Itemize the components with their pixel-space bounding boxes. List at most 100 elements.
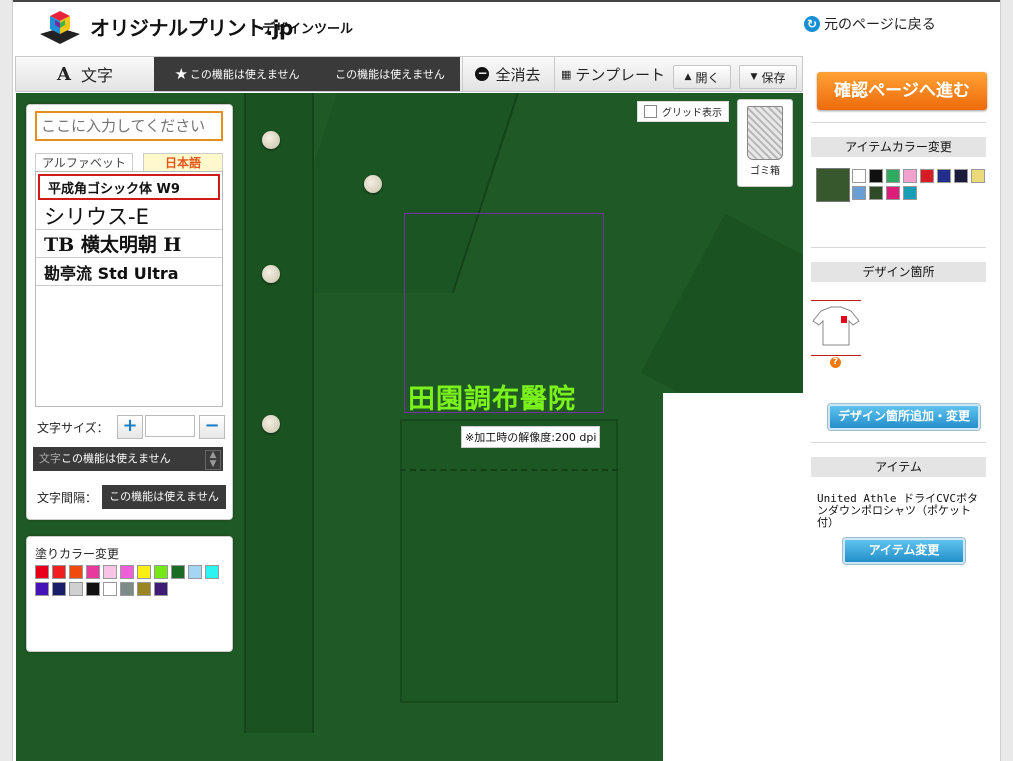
font-list: 平成角ゴシック体 W9 シリウス-E TB 横太明朝 H 勘亭流 Std Ult… xyxy=(35,171,223,407)
item-color-swatch[interactable] xyxy=(852,186,866,200)
fill-color-swatch[interactable] xyxy=(86,565,100,579)
open-button[interactable]: ▲ 開く xyxy=(673,65,731,89)
item-color-swatch[interactable] xyxy=(954,169,968,183)
fill-color-panel: 塗りカラー変更 xyxy=(26,536,233,652)
fill-color-swatch[interactable] xyxy=(69,582,83,596)
disabled-tool-1-label: この機能は使えません xyxy=(189,68,300,81)
clear-all-label: 全消去 xyxy=(495,65,541,84)
fill-color-swatch[interactable] xyxy=(103,582,117,596)
item-color-swatch[interactable] xyxy=(903,186,917,200)
back-to-page-link[interactable]: ↻ 元のページに戻る xyxy=(804,14,936,34)
grid-checkbox[interactable] xyxy=(644,105,657,118)
grid-label: グリッド表示 xyxy=(662,108,722,119)
trash-label: ゴミ箱 xyxy=(750,166,780,177)
text-a-icon: A xyxy=(57,63,71,85)
disabled-tool-2-label: この機能は使えません xyxy=(335,68,445,81)
grid-toggle[interactable]: グリッド表示 xyxy=(637,101,729,122)
tab-japanese[interactable]: 日本語 xyxy=(143,153,223,171)
design-location-title: デザイン箇所 xyxy=(811,262,986,282)
save-button[interactable]: ▼ 保存 xyxy=(739,65,797,89)
open-wrapper: ▲ 開く xyxy=(672,57,732,91)
save-label: 保存 xyxy=(761,70,786,85)
spinner-icon: ▲ ▼ xyxy=(205,450,221,470)
fill-color-swatches xyxy=(35,565,225,596)
left-frame xyxy=(0,0,13,761)
return-arrow-icon: ↻ xyxy=(804,16,820,32)
fill-color-swatch[interactable] xyxy=(103,565,117,579)
font-size-plus-button[interactable]: + xyxy=(117,415,143,439)
shirt-button xyxy=(262,415,280,433)
selected-item-color xyxy=(816,168,850,202)
item-color-swatch[interactable] xyxy=(869,186,883,200)
fill-color-swatch[interactable] xyxy=(154,565,168,579)
font-size-minus-button[interactable]: − xyxy=(199,415,225,439)
fill-color-swatch[interactable] xyxy=(120,582,134,596)
minus-circle-icon: − xyxy=(475,66,490,81)
fill-color-swatch[interactable] xyxy=(120,565,134,579)
item-name: United Athle ドライCVCボタンダウンポロシャツ（ポケット付） xyxy=(817,492,978,529)
trash-bin[interactable]: ゴミ箱 xyxy=(737,99,793,187)
open-label: 開く xyxy=(695,70,720,85)
fill-color-swatch[interactable] xyxy=(205,565,219,579)
item-color-swatch[interactable] xyxy=(852,169,866,183)
fill-color-swatch[interactable] xyxy=(35,582,49,596)
item-title: アイテム xyxy=(811,457,986,477)
shirt-placket xyxy=(244,93,314,733)
proceed-to-confirm-button[interactable]: 確認ページへ進む xyxy=(817,72,987,110)
shirt-button xyxy=(262,131,280,149)
design-location-button[interactable]: デザイン箇所追加・変更 xyxy=(828,404,980,430)
front-location-thumbnail[interactable] xyxy=(811,300,861,356)
fill-color-swatch[interactable] xyxy=(154,582,168,596)
letter-spacing-label: 文字間隔： xyxy=(37,491,98,505)
text-tool-button[interactable]: A 文字 xyxy=(16,57,154,91)
font-size-input[interactable] xyxy=(145,415,195,437)
fill-color-swatch[interactable] xyxy=(35,565,49,579)
help-icon[interactable]: ? xyxy=(830,357,841,368)
text-input[interactable] xyxy=(35,111,223,141)
divider xyxy=(811,247,986,248)
save-wrapper: ▼ 保存 xyxy=(738,57,798,91)
fill-color-swatch[interactable] xyxy=(52,582,66,596)
top-frame-line xyxy=(0,0,1013,2)
font-item[interactable]: シリウス-E xyxy=(36,202,222,230)
tab-alphabet[interactable]: アルファベット xyxy=(35,153,133,171)
item-color-swatch[interactable] xyxy=(869,169,883,183)
font-item-selected[interactable]: 平成角ゴシック体 W9 xyxy=(38,174,220,200)
disabled-tool-1: ★ この機能は使えません xyxy=(154,57,320,91)
grid-icon: ▦ xyxy=(561,67,572,81)
text-tool-label: 文字 xyxy=(80,66,113,85)
text-tool-panel: アルファベット 日本語 平成角ゴシック体 W9 シリウス-E TB 横太明朝 H… xyxy=(26,104,233,520)
fill-color-swatch[interactable] xyxy=(137,565,151,579)
shirt-button xyxy=(262,265,280,283)
item-color-swatch[interactable] xyxy=(886,186,900,200)
fill-color-swatch[interactable] xyxy=(137,582,151,596)
fill-color-swatch[interactable] xyxy=(171,565,185,579)
fill-color-swatch[interactable] xyxy=(86,582,100,596)
template-label: テンプレート xyxy=(575,65,665,84)
shirt-button xyxy=(364,175,382,193)
design-text-object[interactable]: 田園調布醫院 xyxy=(408,377,576,416)
divider xyxy=(811,122,986,123)
item-color-swatch[interactable] xyxy=(971,169,985,183)
item-color-title: アイテムカラー変更 xyxy=(811,137,986,157)
fill-color-swatch[interactable] xyxy=(188,565,202,579)
item-color-swatch[interactable] xyxy=(920,169,934,183)
up-arrow-icon: ▲ xyxy=(684,72,692,82)
trash-can-icon xyxy=(747,106,783,160)
template-button[interactable]: ▦ テンプレート xyxy=(554,57,671,91)
resolution-note: ※加工時の解像度:200 dpi xyxy=(461,426,601,448)
fill-color-swatch[interactable] xyxy=(52,565,66,579)
font-item[interactable]: 勘亭流 Std Ultra xyxy=(36,258,222,286)
fill-color-title: 塗りカラー変更 xyxy=(35,547,120,561)
fill-color-swatch[interactable] xyxy=(69,565,83,579)
right-frame xyxy=(1000,0,1013,761)
font-item[interactable]: TB 横太明朝 H xyxy=(36,230,222,258)
item-color-swatch[interactable] xyxy=(937,169,951,183)
clear-all-button[interactable]: − 全消去 xyxy=(462,57,553,91)
disabled-bar-text: この機能は使えません xyxy=(61,452,171,465)
disabled-tool-2: この機能は使えません xyxy=(320,57,460,91)
item-color-swatch[interactable] xyxy=(903,169,917,183)
item-color-swatch[interactable] xyxy=(886,169,900,183)
design-toolbar: A 文字 ★ この機能は使えません この機能は使えません − 全消去 ▦ テンプ… xyxy=(15,56,803,92)
change-item-button[interactable]: アイテム変更 xyxy=(843,538,965,564)
